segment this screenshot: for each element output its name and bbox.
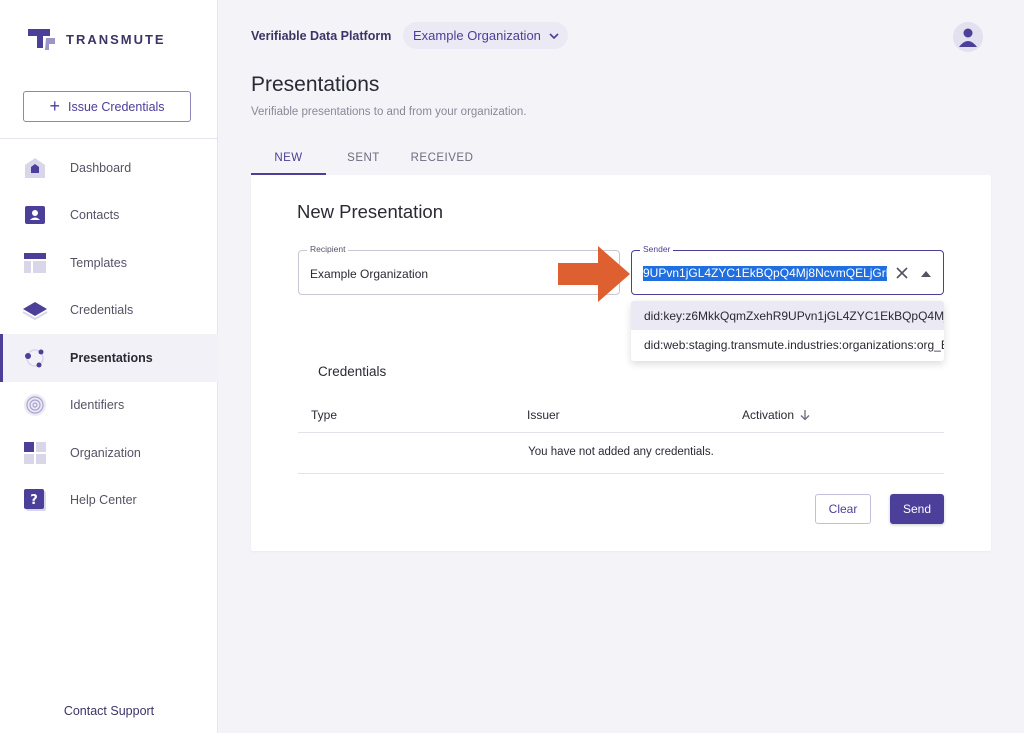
sidebar-item-label: Credentials [70,303,134,318]
sidebar-item-templates[interactable]: Templates [0,239,218,287]
brand-logo[interactable]: TRANSMUTE [26,26,166,52]
organization-grid-icon [22,440,48,466]
sender-option[interactable]: did:web:staging.transmute.industries:org… [631,330,944,359]
svg-text:?: ? [30,493,38,508]
chevron-down-icon [549,32,559,39]
sidebar-item-credentials[interactable]: Credentials [0,287,218,335]
table-header-divider [298,432,944,433]
user-avatar[interactable] [953,22,983,52]
column-header-activation[interactable]: Activation [742,408,810,422]
sidebar-item-organization[interactable]: Organization [0,429,218,477]
platform-title: Verifiable Data Platform [251,29,392,43]
tab-sent[interactable]: SENT [326,140,401,175]
recipient-label: Recipient [307,244,349,254]
organization-select-value: Example Organization [413,28,541,43]
sidebar: TRANSMUTE + Issue Credentials Dashboard … [0,0,218,733]
sidebar-item-label: Organization [70,445,141,460]
sender-selected-text: 9UPvn1jGL4ZYC1EkBQpQ4Mj8NcvmQELjGrh [643,266,887,281]
sidebar-item-presentations[interactable]: Presentations [0,334,218,382]
page-subtitle: Verifiable presentations to and from you… [251,106,527,118]
credential-stack-icon [22,297,48,323]
annotation-arrow-icon [558,246,630,302]
tab-received[interactable]: RECEIVED [401,140,483,175]
sender-label: Sender [640,244,674,254]
tab-new[interactable]: NEW [251,140,326,175]
presentation-tabs: NEW SENT RECEIVED [251,140,483,175]
sidebar-item-dashboard[interactable]: Dashboard [0,144,218,192]
contact-support-link[interactable]: Contact Support [0,704,218,718]
sidebar-item-label: Identifiers [70,398,125,413]
sidebar-item-label: Presentations [70,350,153,365]
form-title: New Presentation [296,201,444,222]
credentials-title: Credentials [318,364,387,379]
new-presentation-card [251,175,991,551]
plus-icon: + [49,95,60,116]
table-bottom-divider [298,473,944,474]
house-icon [22,155,48,181]
recipient-value: Example Organization [310,267,429,281]
sidebar-item-identifiers[interactable]: Identifiers [0,382,218,430]
column-header-issuer: Issuer [527,408,560,422]
brand-name: TRANSMUTE [66,31,166,47]
template-layout-icon [22,250,48,276]
send-button[interactable]: Send [890,494,944,524]
column-header-activation-label: Activation [742,408,795,422]
sidebar-item-label: Templates [70,255,127,270]
clear-button[interactable]: Clear [815,494,871,524]
sidebar-item-label: Help Center [70,493,137,508]
sender-combobox[interactable]: Sender 9UPvn1jGL4ZYC1EkBQpQ4Mj8NcvmQELjG… [631,244,944,295]
sidebar-divider [0,138,218,139]
issue-credentials-button[interactable]: + Issue Credentials [23,91,191,122]
fingerprint-icon [22,392,48,418]
organization-select[interactable]: Example Organization [403,22,568,49]
transmute-logo-icon [28,29,55,50]
sender-option[interactable]: did:key:z6MkkQqmZxehR9UPvn1jGL4ZYC1EkBQp… [631,301,944,330]
sender-input[interactable]: 9UPvn1jGL4ZYC1EkBQpQ4Mj8NcvmQELjGrh [643,266,887,282]
presentation-nodes-icon [22,345,48,371]
sender-options-list: did:key:z6MkkQqmZxehR9UPvn1jGL4ZYC1EkBQp… [631,301,944,361]
empty-table-message: You have not added any credentials. [528,446,714,458]
issue-credentials-label: Issue Credentials [67,99,165,114]
clear-icon[interactable] [894,265,910,281]
sidebar-item-help-center[interactable]: ? Help Center [0,477,218,525]
caret-up-icon[interactable] [921,271,931,277]
sidebar-item-label: Dashboard [70,160,132,175]
help-question-icon: ? [22,487,48,513]
user-icon [959,28,977,47]
page-title: Presentations [251,73,380,96]
sort-arrow-down-icon [800,410,810,421]
column-header-type: Type [311,408,338,422]
